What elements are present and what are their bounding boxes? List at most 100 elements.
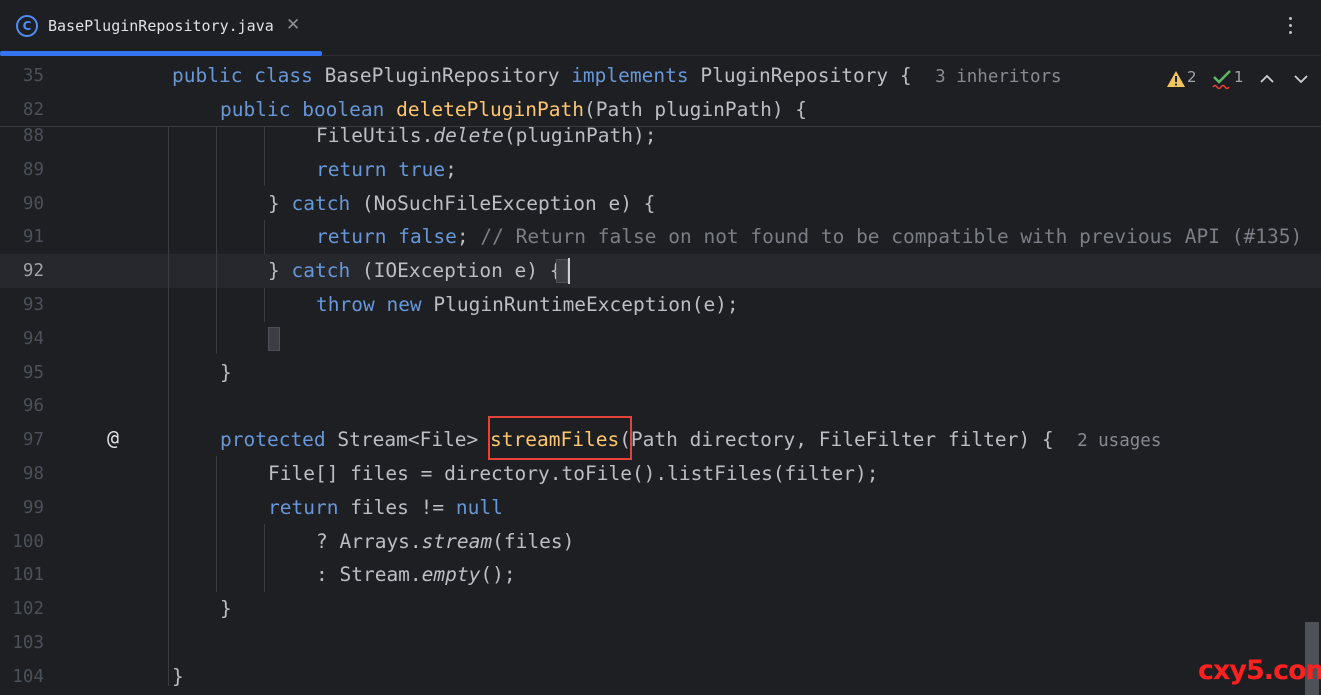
code-line[interactable]: 99 return files != null: [0, 491, 1321, 525]
code-token: class: [254, 64, 313, 87]
line-number[interactable]: 91: [0, 220, 44, 254]
code-line[interactable]: 103: [0, 626, 1321, 660]
file-tab-label: BasePluginRepository.java: [48, 17, 274, 35]
code-line[interactable]: 95}: [0, 356, 1321, 390]
code-line[interactable]: 90} catch (NoSuchFileException e) {: [0, 187, 1321, 221]
line-number[interactable]: 102: [0, 592, 44, 626]
code-line[interactable]: 101: Stream.empty();: [0, 558, 1321, 592]
inlay-hint[interactable]: 2 usages: [1077, 431, 1161, 451]
code-text: } catch (IOException e) {: [268, 254, 562, 288]
line-number[interactable]: 90: [0, 187, 44, 221]
code-token: return: [316, 225, 387, 249]
code-token: empty: [421, 563, 481, 587]
sticky-lines-header: 35 public class BasePluginRepository impl…: [0, 58, 1321, 127]
line-number[interactable]: 93: [0, 288, 44, 322]
warning-icon: [1167, 71, 1185, 87]
code-token: }: [268, 191, 292, 215]
code-token: (Path directory, FileFilter filter) {: [619, 428, 1078, 452]
code-token: catch: [291, 191, 351, 215]
code-token: delete: [433, 124, 504, 147]
line-number[interactable]: 100: [0, 525, 44, 559]
code-line[interactable]: 104}: [0, 660, 1321, 694]
line-number[interactable]: 103: [0, 626, 44, 660]
code-token: BasePluginRepository: [312, 64, 572, 87]
more-options-icon[interactable]: [1282, 14, 1298, 40]
code-token: (Path pluginPath) {: [583, 98, 808, 121]
chevron-up-icon[interactable]: [1258, 66, 1276, 92]
line-number[interactable]: 92: [0, 254, 44, 288]
line-number[interactable]: 101: [0, 558, 44, 592]
line-number[interactable]: 89: [0, 153, 44, 187]
active-tab-indicator: [0, 51, 322, 56]
line-number[interactable]: 35: [0, 59, 44, 93]
code-token: FileUtils.: [316, 124, 434, 147]
annotation-highlight-box: [488, 416, 632, 460]
code-token: }: [268, 259, 292, 283]
code-token: File[] files = directory.toFile().listFi…: [268, 462, 879, 485]
code-token: return: [268, 495, 339, 519]
code-line[interactable]: 94}: [0, 322, 1321, 356]
code-token: PluginRepository {: [688, 64, 936, 87]
code-text: throw new PluginRuntimeException(e);: [316, 288, 739, 322]
code-line[interactable]: 93 throw new PluginRuntimeException(e);: [0, 288, 1321, 322]
code-line[interactable]: 97 protected Stream<File> streamFiles(Pat…: [0, 423, 1321, 457]
watermark: cxy5.com: [1198, 655, 1321, 686]
line-number[interactable]: 104: [0, 660, 44, 694]
line-number[interactable]: 94: [0, 322, 44, 356]
line-number[interactable]: 98: [0, 457, 44, 491]
code-token: (NoSuchFileException e) {: [350, 191, 656, 215]
editor-tab-bar: C BasePluginRepository.java ✕: [0, 0, 1321, 56]
code-line[interactable]: 91 return false; // Return false on not f…: [0, 220, 1321, 254]
code-line[interactable]: 100 ? Arrays.stream(files): [0, 525, 1321, 559]
code-text: }: [172, 660, 184, 694]
code-token: (files): [492, 529, 575, 553]
code-line[interactable]: 92 } catch (IOException e) {: [0, 254, 1321, 288]
warning-count: 2: [1187, 68, 1197, 86]
code-text: public class BasePluginRepository implem…: [172, 59, 1062, 94]
line-number[interactable]: 97: [0, 423, 44, 457]
code-token: implements: [571, 64, 689, 87]
typo-count: 1: [1234, 68, 1244, 86]
code-token: ? Arrays.: [316, 529, 422, 553]
close-icon[interactable]: ✕: [286, 14, 300, 36]
code-token: Stream<File>: [325, 428, 491, 452]
code-token: throw: [316, 293, 375, 316]
code-token: (pluginPath);: [503, 124, 657, 147]
code-token: null: [455, 495, 503, 519]
code-text: ? Arrays.stream(files): [316, 525, 574, 559]
overrides-marker-icon[interactable]: @: [107, 426, 119, 450]
code-text: public boolean deletePluginPath(Path plu…: [220, 93, 807, 127]
code-token: : Stream.: [316, 563, 422, 587]
code-line[interactable]: 35 public class BasePluginRepository impl…: [0, 59, 1321, 93]
line-number[interactable]: 95: [0, 356, 44, 390]
code-line[interactable]: 89 return true;: [0, 153, 1321, 187]
code-token: public: [220, 98, 291, 121]
line-number[interactable]: 99: [0, 491, 44, 525]
code-token: ;: [445, 157, 457, 181]
code-text: return false; // Return false on not fou…: [316, 220, 1302, 254]
inlay-hint[interactable]: 3 inheritors: [935, 67, 1061, 87]
code-line[interactable]: 96: [0, 389, 1321, 423]
code-line[interactable]: 82 public boolean deletePluginPath(Path p…: [0, 93, 1321, 127]
file-tab[interactable]: C BasePluginRepository.java ✕: [0, 0, 322, 56]
code-token: stream: [421, 529, 493, 553]
brace-match-highlight: [268, 327, 280, 351]
code-text: return files != null: [268, 491, 503, 525]
line-number[interactable]: 96: [0, 389, 44, 423]
code-token: false: [398, 225, 457, 249]
code-line[interactable]: 102}: [0, 592, 1321, 626]
code-token: }: [220, 597, 232, 621]
code-token: true: [398, 157, 446, 181]
chevron-down-icon[interactable]: [1292, 66, 1310, 92]
code-line[interactable]: 98 File[] files = directory.toFile().list…: [0, 457, 1321, 491]
line-number[interactable]: 82: [0, 93, 44, 127]
code-text: }: [220, 592, 232, 626]
code-token: public: [172, 64, 243, 87]
code-token: }: [220, 360, 232, 384]
